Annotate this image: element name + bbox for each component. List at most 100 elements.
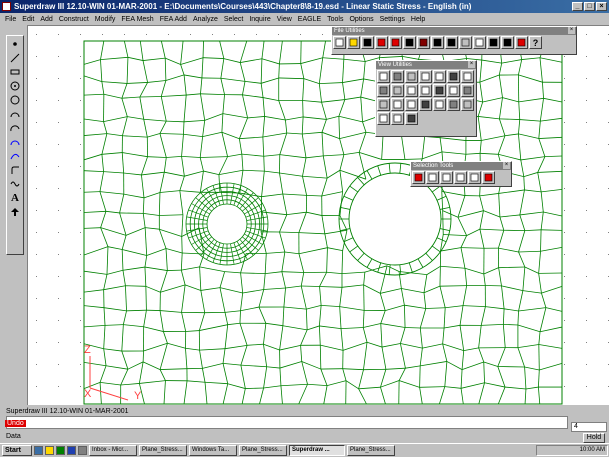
help-query-icon[interactable]	[501, 36, 514, 49]
view-tool-12-icon[interactable]	[433, 84, 446, 97]
command-input[interactable]	[6, 416, 568, 429]
print-icon[interactable]	[403, 36, 416, 49]
app-icon[interactable]	[2, 2, 11, 11]
check-icon[interactable]	[487, 36, 500, 49]
text-icon[interactable]: A	[8, 191, 22, 204]
arc-3pt-icon[interactable]	[8, 121, 22, 134]
menu-options[interactable]: Options	[349, 16, 373, 23]
print-preview-icon[interactable]	[417, 36, 430, 49]
view-tool-7-icon[interactable]	[461, 70, 474, 83]
taskbar-button[interactable]: Inbox - Micr...	[89, 445, 137, 456]
view-tool-16-icon[interactable]	[391, 98, 404, 111]
menu-inquire[interactable]: Inquire	[249, 16, 270, 23]
taskbar-button[interactable]: Superdraw ...	[289, 445, 345, 456]
menu-file[interactable]: File	[5, 16, 16, 23]
save-icon[interactable]	[375, 36, 388, 49]
plot-icon[interactable]	[431, 36, 444, 49]
view-tool-8-icon[interactable]	[377, 84, 390, 97]
file-utilities-title[interactable]: File Utilities ×	[332, 27, 576, 35]
view-tool-6-icon[interactable]	[447, 70, 460, 83]
point-icon[interactable]	[8, 37, 22, 50]
quicklaunch-desktop-icon[interactable]	[78, 446, 87, 455]
taskbar-button[interactable]: Plane_Stress...	[347, 445, 395, 456]
maximize-button[interactable]: □	[584, 2, 595, 11]
curve-icon[interactable]	[8, 177, 22, 190]
view-tool-17-icon[interactable]	[405, 98, 418, 111]
quicklaunch-word-icon[interactable]	[67, 446, 76, 455]
save-as-icon[interactable]	[389, 36, 402, 49]
menu-view[interactable]: View	[277, 16, 292, 23]
circle-center-icon[interactable]	[8, 79, 22, 92]
line-icon[interactable]	[8, 51, 22, 64]
selection-tools-title[interactable]: Selection Tools ×	[411, 162, 511, 170]
copy-icon[interactable]	[473, 36, 486, 49]
palette-close-icon[interactable]: ×	[568, 27, 575, 34]
menu-edit[interactable]: Edit	[22, 16, 34, 23]
menu-analyze[interactable]: Analyze	[193, 16, 218, 23]
arrow-icon[interactable]	[8, 205, 22, 218]
minimize-button[interactable]: _	[572, 2, 583, 11]
menu-construct[interactable]: Construct	[59, 16, 89, 23]
view-tool-24-icon[interactable]	[405, 112, 418, 125]
palette-close-icon[interactable]: ×	[468, 61, 475, 68]
drawing-canvas[interactable]: Z X Y	[27, 25, 609, 405]
palette-close-icon[interactable]: ×	[503, 162, 510, 169]
hold-button[interactable]: Hold	[583, 433, 605, 443]
select-polygon-icon[interactable]	[454, 171, 467, 184]
cursor-icon[interactable]	[445, 36, 458, 49]
view-tool-21-icon[interactable]	[461, 98, 474, 111]
menu-tools[interactable]: Tools	[327, 16, 343, 23]
view-tool-22-icon[interactable]	[377, 112, 390, 125]
menu-eagle[interactable]: EAGLE	[298, 16, 321, 23]
arc-tangent-icon[interactable]	[8, 135, 22, 148]
view-tool-19-icon[interactable]	[433, 98, 446, 111]
menu-settings[interactable]: Settings	[380, 16, 405, 23]
view-utilities-title[interactable]: View Utilities ×	[376, 61, 476, 69]
view-tool-11-icon[interactable]	[419, 84, 432, 97]
view-tool-14-icon[interactable]	[461, 84, 474, 97]
quicklaunch-excel-icon[interactable]	[56, 446, 65, 455]
start-button[interactable]: Start	[2, 445, 32, 456]
help-icon[interactable]: ?	[529, 36, 542, 49]
rectangle-icon[interactable]	[8, 65, 22, 78]
menu-select[interactable]: Select	[224, 16, 243, 23]
arc-icon[interactable]	[8, 107, 22, 120]
view-tool-18-icon[interactable]	[419, 98, 432, 111]
view-tool-20-icon[interactable]	[447, 98, 460, 111]
deselect-icon[interactable]	[482, 171, 495, 184]
select-fence-icon[interactable]	[468, 171, 481, 184]
view-tool-2-icon[interactable]	[391, 70, 404, 83]
window-icon[interactable]	[515, 36, 528, 49]
transfer-icon[interactable]	[361, 36, 374, 49]
menu-add[interactable]: Add	[40, 16, 52, 23]
view-tool-10-icon[interactable]	[405, 84, 418, 97]
close-button[interactable]: ×	[596, 2, 607, 11]
view-tool-9-icon[interactable]	[391, 84, 404, 97]
taskbar-button[interactable]: Windows Ta...	[189, 445, 237, 456]
menu-help[interactable]: Help	[411, 16, 425, 23]
blank-icon[interactable]	[459, 36, 472, 49]
new-file-icon[interactable]	[333, 36, 346, 49]
menu-fea-add[interactable]: FEA Add	[160, 16, 187, 23]
view-tool-15-icon[interactable]	[377, 98, 390, 111]
quicklaunch-folder-icon[interactable]	[45, 446, 54, 455]
select-crossing-icon[interactable]	[440, 171, 453, 184]
taskbar-button[interactable]: Plane_Stress...	[239, 445, 287, 456]
select-pointer-icon[interactable]	[412, 171, 425, 184]
view-tool-1-icon[interactable]	[377, 70, 390, 83]
taskbar-button[interactable]: Plane_Stress...	[139, 445, 187, 456]
quicklaunch-ie-icon[interactable]	[34, 446, 43, 455]
select-window-icon[interactable]	[426, 171, 439, 184]
spline-icon[interactable]	[8, 149, 22, 162]
view-tool-23-icon[interactable]	[391, 112, 404, 125]
open-file-icon[interactable]	[347, 36, 360, 49]
fillet-icon[interactable]	[8, 163, 22, 176]
undo-button[interactable]: Undo	[5, 420, 26, 427]
view-tool-5-icon[interactable]	[433, 70, 446, 83]
menu-fea-mesh[interactable]: FEA Mesh	[121, 16, 153, 23]
view-tool-3-icon[interactable]	[405, 70, 418, 83]
view-tool-13-icon[interactable]	[447, 84, 460, 97]
numeric-field[interactable]: 4	[571, 422, 607, 432]
menu-modify[interactable]: Modify	[95, 16, 116, 23]
circle-icon[interactable]	[8, 93, 22, 106]
